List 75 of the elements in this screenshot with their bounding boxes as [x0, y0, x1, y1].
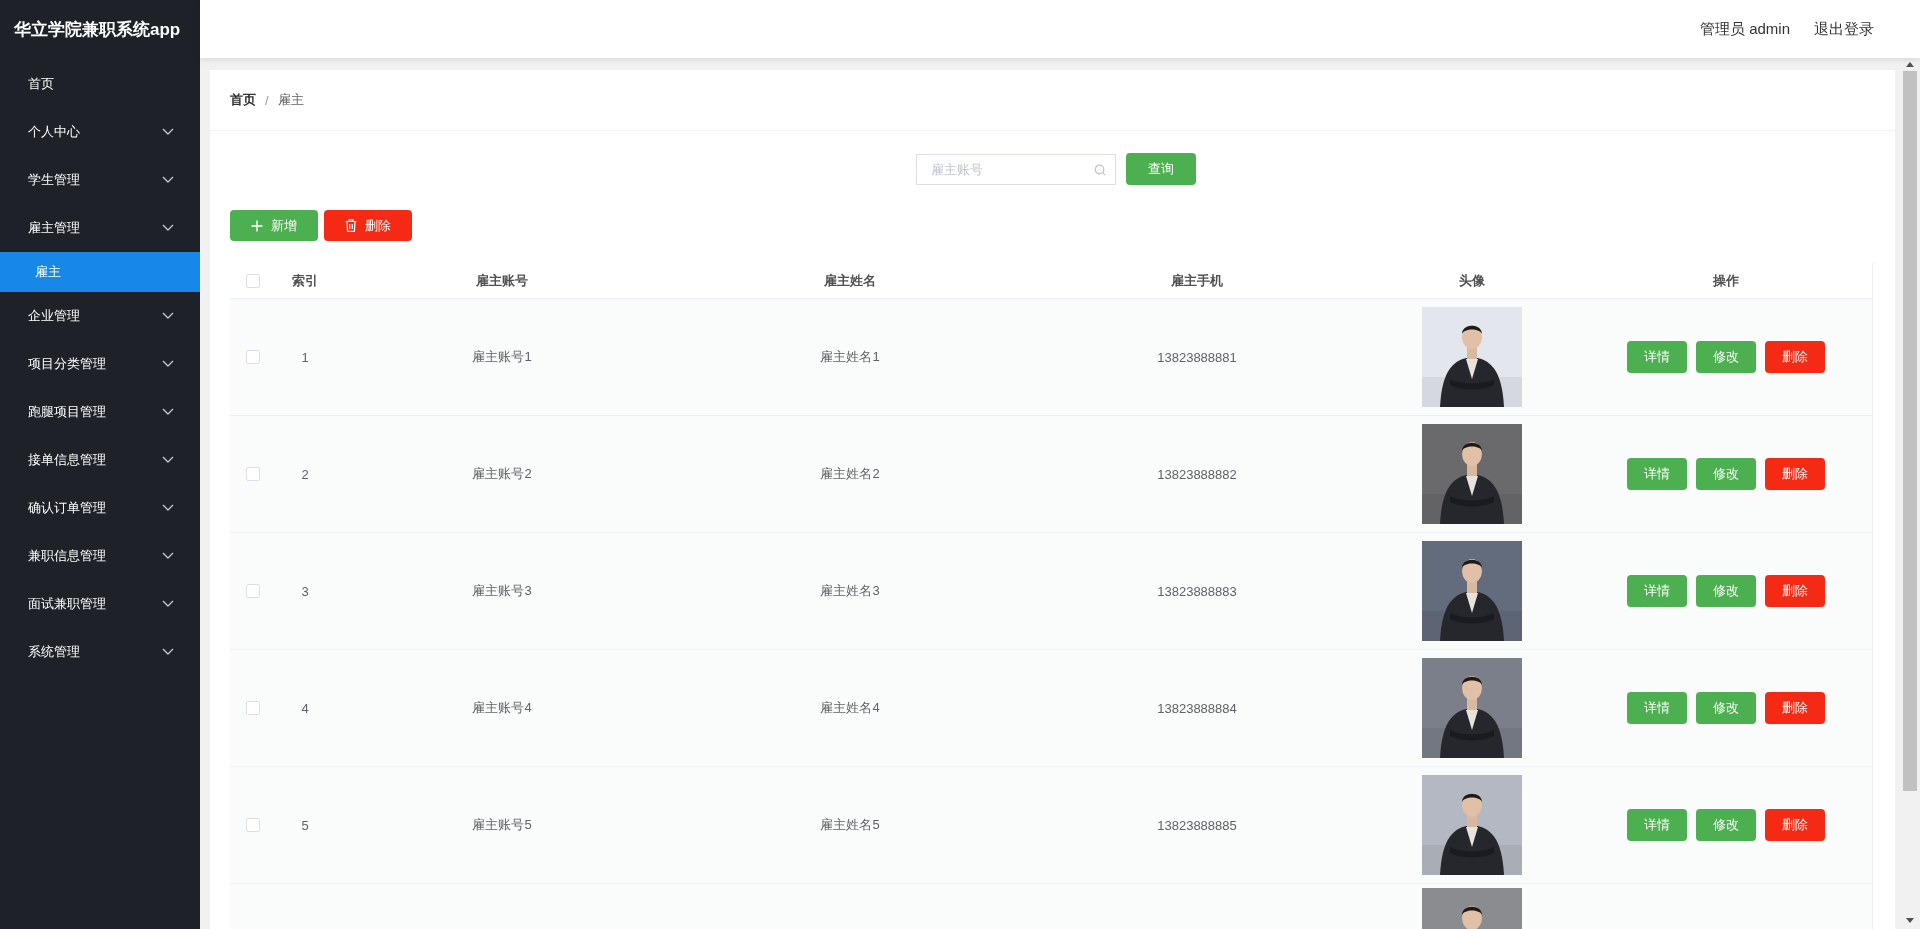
edit-button[interactable]: 修改	[1696, 809, 1756, 841]
scroll-down-icon[interactable]	[1906, 918, 1914, 923]
row-checkbox[interactable]	[246, 701, 260, 715]
delete-button[interactable]: 删除	[324, 210, 412, 241]
column-header: 雇主账号	[476, 271, 528, 290]
delete-button[interactable]: 删除	[1765, 341, 1825, 373]
row-checkbox[interactable]	[246, 467, 260, 481]
menu-item[interactable]: 跑腿项目管理	[0, 388, 200, 436]
menu-item[interactable]: 面试兼职管理	[0, 580, 200, 628]
submenu-item[interactable]: 雇主	[0, 252, 200, 292]
table-cell: 雇主账号5	[472, 816, 532, 834]
table-cell: 1	[301, 349, 309, 365]
breadcrumb-separator: /	[265, 92, 269, 108]
search-button[interactable]: 查询	[1125, 153, 1196, 185]
delete-button[interactable]: 删除	[1765, 692, 1825, 724]
app-title: 华立学院兼职系统app	[14, 20, 181, 40]
table-cell: 13823888885	[1157, 817, 1237, 833]
table-cell: 雇主姓名3	[820, 582, 880, 600]
table-cell: 13823888882	[1157, 466, 1237, 482]
row-checkbox[interactable]	[246, 584, 260, 598]
table-cell: 13823888883	[1157, 583, 1237, 599]
table-cell: 4	[301, 700, 309, 716]
menu-item[interactable]: 确认订单管理	[0, 484, 200, 532]
column-header: 雇主手机	[1171, 271, 1223, 290]
details-button[interactable]: 详情	[1627, 809, 1687, 841]
column-header: 操作	[1713, 271, 1739, 290]
menu-item[interactable]: 个人中心	[0, 108, 200, 156]
column-header: 雇主姓名	[824, 271, 876, 290]
search-field[interactable]: 雇主账号	[915, 153, 1116, 185]
column-header: 头像	[1459, 271, 1485, 290]
table-cell: 2	[301, 466, 309, 482]
menu-item[interactable]: 接单信息管理	[0, 436, 200, 484]
table-cell: 雇主姓名5	[820, 816, 880, 834]
edit-button[interactable]: 修改	[1696, 692, 1756, 724]
menu-item[interactable]: 首页	[0, 60, 200, 108]
breadcrumb-item: 雇主	[277, 91, 304, 109]
menu-item[interactable]: 兼职信息管理	[0, 532, 200, 580]
table-cell: 雇主姓名2	[820, 465, 880, 483]
row-checkbox[interactable]	[246, 818, 260, 832]
table-cell: 雇主姓名1	[820, 348, 880, 366]
menu-item[interactable]: 项目分类管理	[0, 340, 200, 388]
table-cell: 雇主账号4	[472, 699, 532, 717]
table-cell: 5	[301, 817, 309, 833]
breadcrumb-item[interactable]: 首页	[230, 91, 256, 109]
table-cell: 13823888884	[1157, 700, 1237, 716]
user-label: 管理员 admin	[1699, 19, 1790, 39]
column-header: 索引	[292, 271, 318, 290]
table-cell: 雇主账号1	[472, 348, 532, 366]
menu-item[interactable]: 系统管理	[0, 628, 200, 676]
menu-item[interactable]: 企业管理	[0, 292, 200, 340]
table-cell: 13823888881	[1157, 349, 1237, 365]
edit-button[interactable]: 修改	[1696, 575, 1756, 607]
table-cell: 雇主姓名4	[820, 699, 880, 717]
logout-link[interactable]: 退出登录	[1814, 19, 1874, 39]
details-button[interactable]: 详情	[1627, 341, 1687, 373]
trash-icon	[345, 219, 357, 232]
row-checkbox[interactable]	[246, 350, 260, 364]
table-cell: 3	[301, 583, 309, 599]
search-icon	[1093, 163, 1106, 176]
details-button[interactable]: 详情	[1627, 692, 1687, 724]
delete-button[interactable]: 删除	[1765, 458, 1825, 490]
plus-icon	[251, 219, 263, 232]
edit-button[interactable]: 修改	[1696, 341, 1756, 373]
table-cell: 雇主账号2	[472, 465, 532, 483]
edit-button[interactable]: 修改	[1696, 458, 1756, 490]
menu-item[interactable]: 学生管理	[0, 156, 200, 204]
delete-button[interactable]: 删除	[1765, 809, 1825, 841]
menu-item[interactable]: 雇主管理	[0, 204, 200, 252]
details-button[interactable]: 详情	[1627, 575, 1687, 607]
details-button[interactable]: 详情	[1627, 458, 1687, 490]
scroll-thumb[interactable]	[1903, 71, 1917, 791]
select-all-checkbox[interactable]	[246, 273, 260, 288]
table-cell: 雇主账号3	[472, 582, 532, 600]
delete-button[interactable]: 删除	[1765, 575, 1825, 607]
add-button[interactable]: 新增	[230, 210, 318, 241]
